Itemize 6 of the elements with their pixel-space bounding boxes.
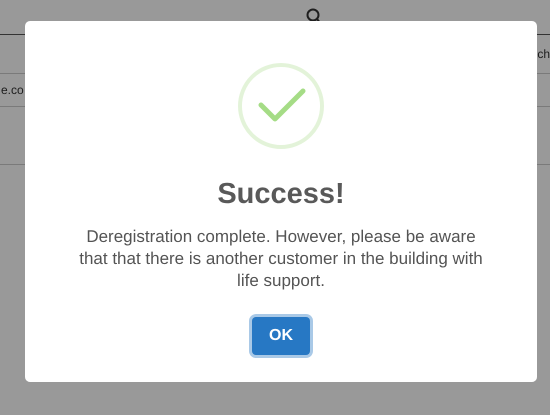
column-header: ch: [537, 47, 550, 61]
ok-button[interactable]: OK: [252, 317, 310, 355]
dialog-message: Deregistration complete. However, please be aware that that there is another customer in the building with life support.: [78, 226, 484, 292]
dialog-title: Success!: [217, 177, 345, 212]
success-check-icon: [237, 62, 325, 150]
table-cell: e.co: [1, 83, 24, 97]
